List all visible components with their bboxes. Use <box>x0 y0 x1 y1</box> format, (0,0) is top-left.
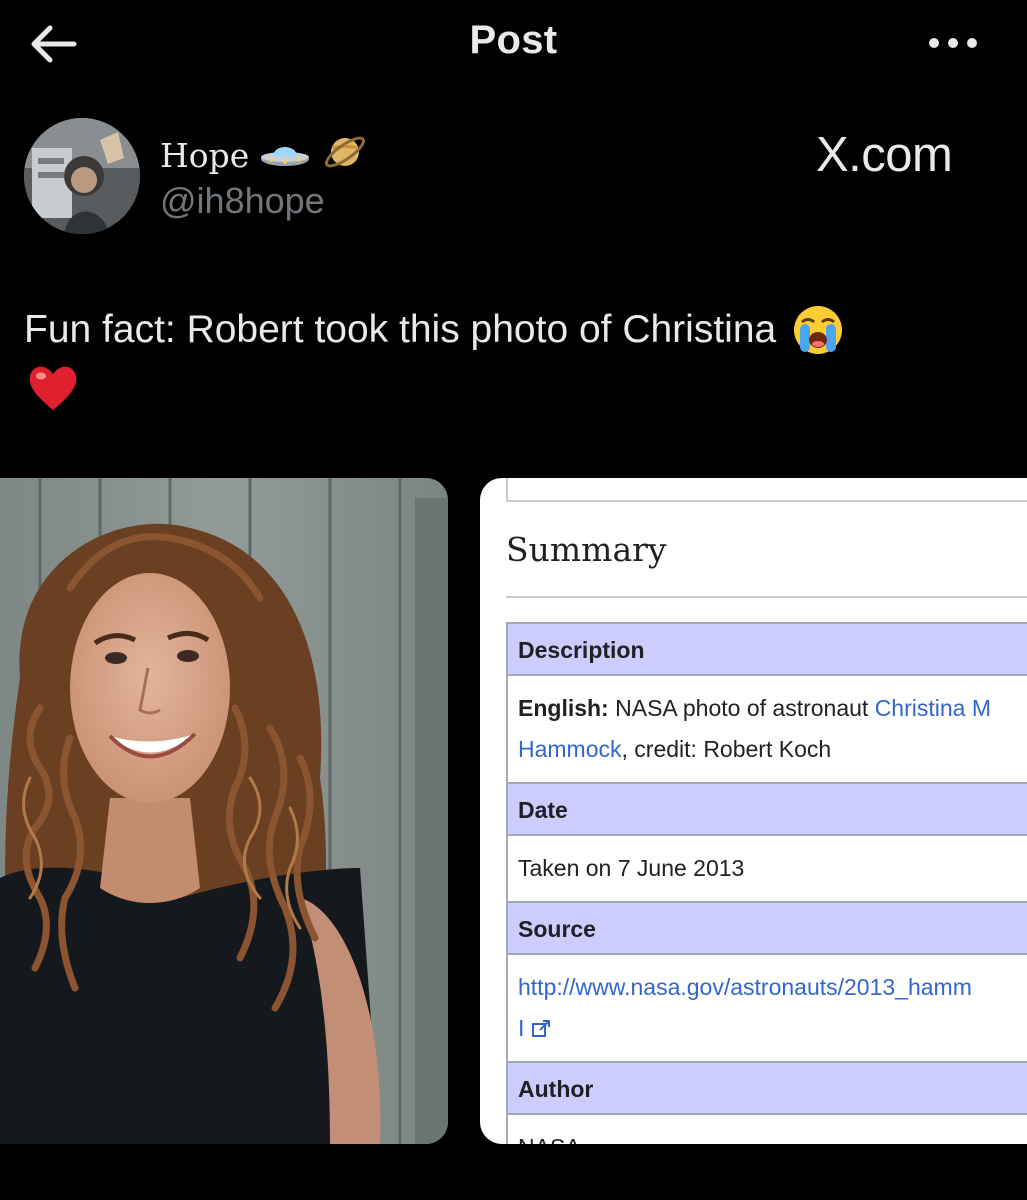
source-cell: http://www.nasa.gov/astronauts/2013_hamm… <box>508 955 1027 1063</box>
hammock-link[interactable]: Hammock <box>518 736 622 762</box>
brand-watermark: X.com <box>816 128 953 182</box>
wiki-screenshot-card[interactable]: Summary Description English: NASA photo … <box>480 478 1027 1144</box>
author-name-row[interactable]: Hope <box>160 134 369 176</box>
date-value: Taken on 7 June 2013 <box>508 836 1027 903</box>
source-link[interactable]: http://www.nasa.gov/astronauts/2013_hamm <box>518 974 972 1000</box>
portrait-photo <box>0 478 448 1144</box>
christina-link[interactable]: Christina M <box>875 695 991 721</box>
author-header: Author <box>508 1063 1027 1115</box>
english-label: English: <box>518 695 609 721</box>
card-top-border <box>506 478 1027 502</box>
summary-table: Description English: NASA photo of astro… <box>506 622 1027 1144</box>
red-heart-icon <box>29 366 77 410</box>
source-header: Source <box>508 903 1027 955</box>
avatar[interactable] <box>24 118 140 234</box>
summary-divider <box>506 596 1027 598</box>
author-value: NASA <box>508 1115 1027 1144</box>
summary-title: Summary <box>506 530 667 569</box>
external-link-icon <box>531 1020 550 1037</box>
post-text-row: Fun fact: Robert took this photo of Chri… <box>24 304 844 356</box>
description-text: NASA photo of astronaut <box>615 695 869 721</box>
flying-saucer-icon <box>261 147 310 166</box>
source-link-wrap[interactable]: I <box>518 1015 524 1041</box>
ringed-planet-icon <box>325 136 366 168</box>
author-handle[interactable]: @ih8hope <box>160 180 325 222</box>
post-text: Fun fact: Robert took this photo of Chri… <box>24 308 777 351</box>
more-horizontal-icon <box>929 38 977 48</box>
avatar-image <box>24 118 140 234</box>
date-header: Date <box>508 784 1027 836</box>
page-title: Post <box>469 18 558 62</box>
author-name: Hope <box>160 135 250 175</box>
description-header: Description <box>508 624 1027 676</box>
credit-text: , credit: Robert Koch <box>621 736 832 762</box>
post-photo[interactable] <box>0 478 448 1144</box>
description-cell: English: NASA photo of astronaut Christi… <box>508 676 1027 784</box>
loudly-crying-face-icon <box>794 306 843 354</box>
more-options-button[interactable] <box>922 24 984 62</box>
